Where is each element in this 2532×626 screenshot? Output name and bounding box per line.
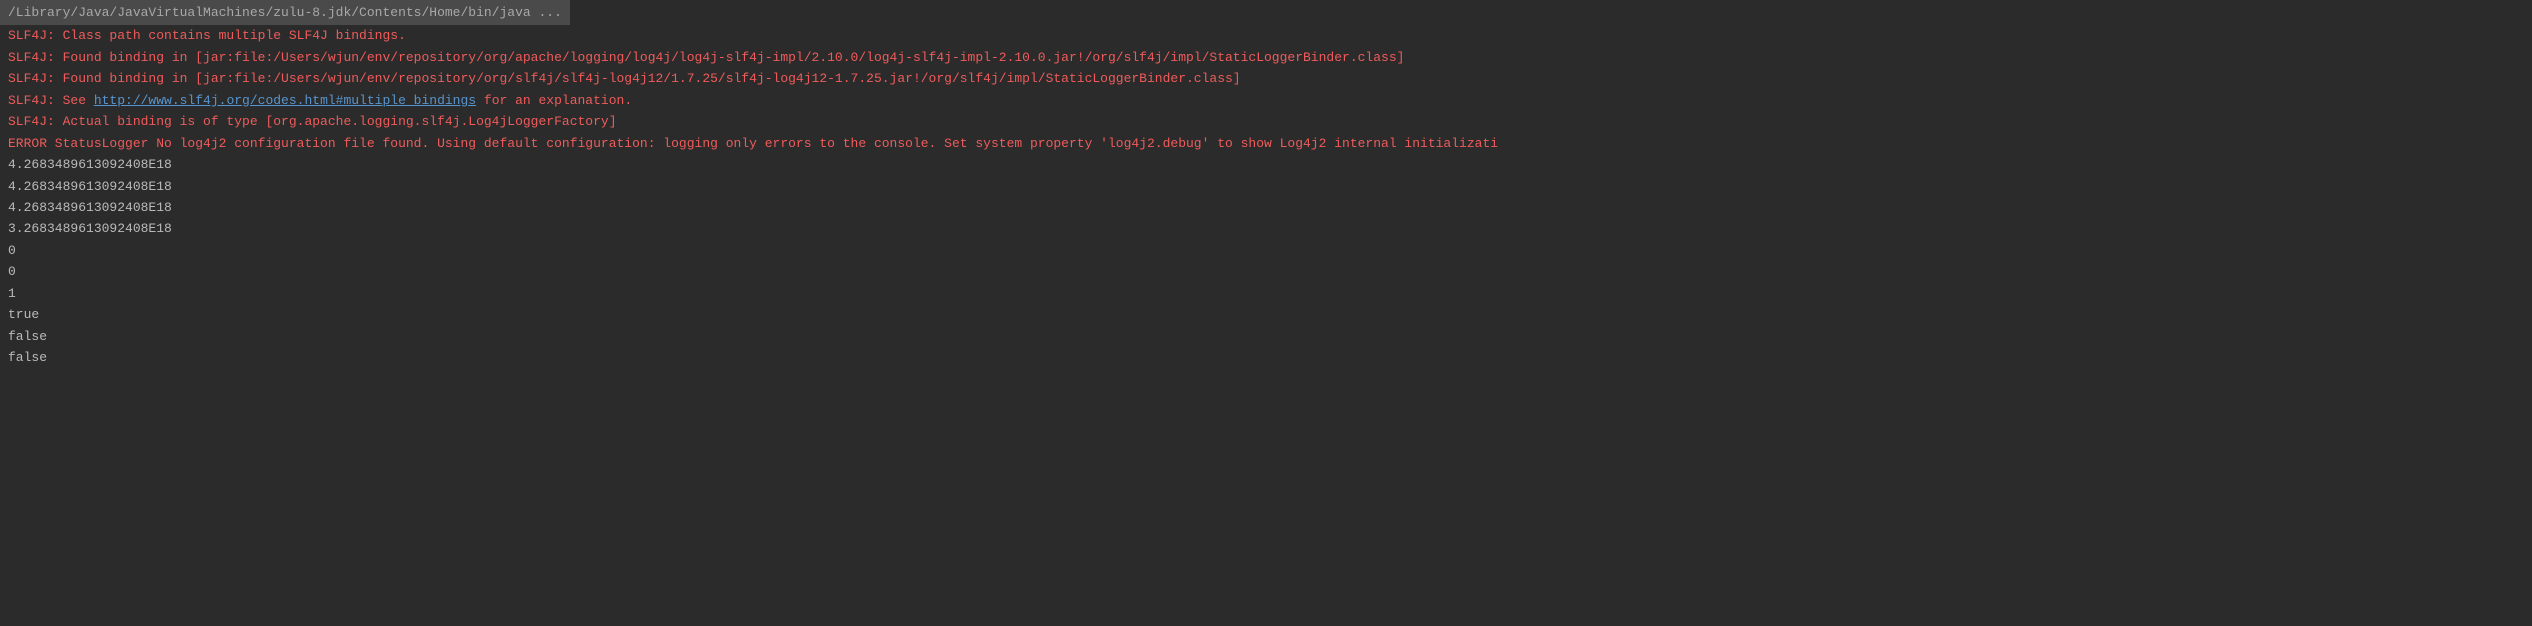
output-text: 3.2683489613092408E18	[8, 221, 172, 236]
output-text: true	[8, 307, 39, 322]
output-text: 1	[8, 286, 16, 301]
console-line: false	[0, 326, 2532, 347]
error-link[interactable]: http://www.slf4j.org/codes.html#multiple…	[94, 93, 476, 108]
console-output: /Library/Java/JavaVirtualMachines/zulu-8…	[0, 0, 2532, 368]
output-text: 0	[8, 243, 16, 258]
console-line: SLF4J: Found binding in [jar:file:/Users…	[0, 68, 2532, 89]
console-line: SLF4J: See http://www.slf4j.org/codes.ht…	[0, 90, 2532, 111]
console-line: 4.2683489613092408E18	[0, 176, 2532, 197]
error-text-prefix: SLF4J: See	[8, 93, 94, 108]
output-text: 4.2683489613092408E18	[8, 200, 172, 215]
console-line: 4.2683489613092408E18	[0, 197, 2532, 218]
output-text: 0	[8, 264, 16, 279]
console-line: 3.2683489613092408E18	[0, 218, 2532, 239]
output-text: 4.2683489613092408E18	[8, 157, 172, 172]
error-text: SLF4J: Found binding in [jar:file:/Users…	[8, 71, 1241, 86]
console-line: 0	[0, 261, 2532, 282]
output-text: 4.2683489613092408E18	[8, 179, 172, 194]
console-line: false	[0, 347, 2532, 368]
command-text: /Library/Java/JavaVirtualMachines/zulu-8…	[8, 5, 562, 20]
console-lines: SLF4J: Class path contains multiple SLF4…	[0, 25, 2532, 368]
command-header: /Library/Java/JavaVirtualMachines/zulu-8…	[0, 0, 570, 25]
output-text: false	[8, 329, 47, 344]
console-line: 1	[0, 283, 2532, 304]
console-line: SLF4J: Class path contains multiple SLF4…	[0, 25, 2532, 46]
output-text: false	[8, 350, 47, 365]
error-text: SLF4J: Class path contains multiple SLF4…	[8, 28, 406, 43]
console-line: 0	[0, 240, 2532, 261]
error-text: ERROR StatusLogger No log4j2 configurati…	[8, 136, 1498, 151]
error-text: SLF4J: Found binding in [jar:file:/Users…	[8, 50, 1404, 65]
console-line: SLF4J: Found binding in [jar:file:/Users…	[0, 47, 2532, 68]
console-line: ERROR StatusLogger No log4j2 configurati…	[0, 133, 2532, 154]
error-text: SLF4J: Actual binding is of type [org.ap…	[8, 114, 617, 129]
console-line: 4.2683489613092408E18	[0, 154, 2532, 175]
console-line: true	[0, 304, 2532, 325]
error-text-suffix: for an explanation.	[476, 93, 632, 108]
console-line: SLF4J: Actual binding is of type [org.ap…	[0, 111, 2532, 132]
